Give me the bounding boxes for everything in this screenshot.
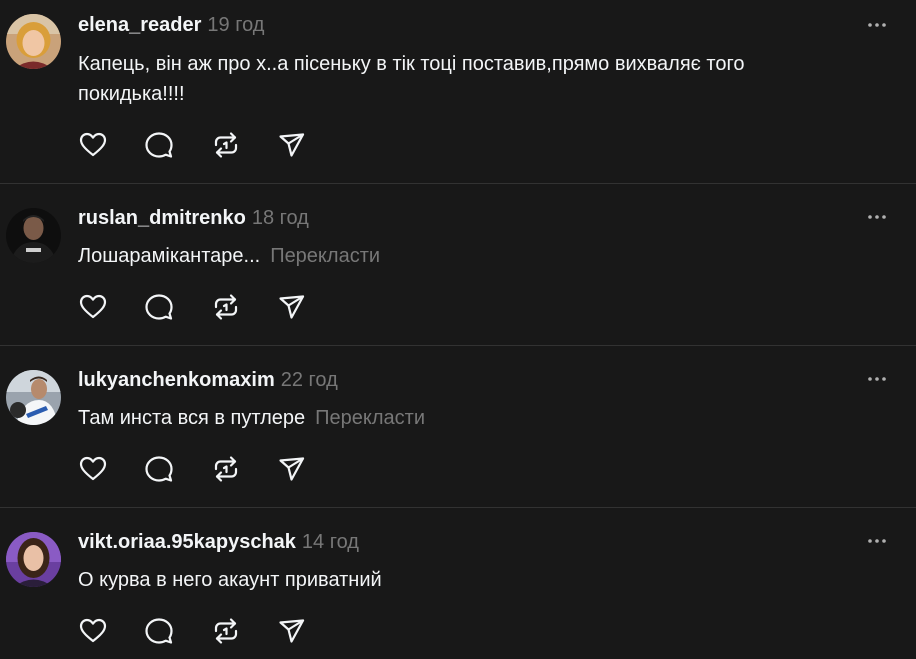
comment-icon [145,456,173,482]
like-button[interactable] [78,130,108,160]
more-button[interactable] [866,206,888,228]
translate-link[interactable]: Перекласти [270,245,380,267]
post: ruslan_dmitrenko 18 год Лошарамікантаре..… [0,184,916,346]
share-button[interactable] [277,292,307,322]
post-header: vikt.oriaa.95kapyschak 14 год [78,530,359,554]
post-text: Лошарамікантаре... Перекласти [78,241,798,271]
repost-icon [214,618,238,644]
post-header: lukyanchenkomaxim 22 год [78,368,338,392]
comment-button[interactable] [144,616,174,646]
man-racing-avatar-icon [6,370,61,425]
timestamp[interactable]: 18 год [252,207,309,229]
post-header: ruslan_dmitrenko 18 год [78,206,309,230]
more-button[interactable] [866,368,888,390]
post-body: Там инста вся в путлере [78,407,306,429]
post-text: Там инста вся в путлере Перекласти [78,403,798,433]
avatar[interactable] [6,370,61,425]
avatar[interactable] [6,208,61,263]
man-black-shirt-avatar-icon [6,208,61,263]
share-icon [279,619,305,643]
share-icon [279,133,305,157]
more-button[interactable] [866,530,888,552]
share-icon [279,295,305,319]
post-text: Капець, він аж про х..а пісеньку в тік т… [78,49,798,109]
post-header: elena_reader 19 год [78,13,264,37]
repost-button[interactable] [211,130,241,160]
repost-button[interactable] [211,454,241,484]
post: elena_reader 19 год Капець, він аж про х.… [0,0,916,184]
username[interactable]: lukyanchenkomaxim [78,369,275,391]
heart-icon [79,618,107,643]
more-icon [868,23,886,27]
post-text: О курва в него акаунт приватний [78,565,798,595]
username[interactable]: elena_reader [78,14,201,36]
timestamp[interactable]: 22 год [281,369,338,391]
heart-icon [79,294,107,319]
repost-button[interactable] [211,616,241,646]
like-button[interactable] [78,616,108,646]
post-body: Лошарамікантаре... [78,245,261,267]
comment-button[interactable] [144,130,174,160]
username[interactable]: ruslan_dmitrenko [78,207,246,229]
more-icon [868,539,886,543]
share-button[interactable] [277,616,307,646]
heart-icon [79,132,107,157]
avatar[interactable] [6,532,61,587]
share-button[interactable] [277,130,307,160]
more-button[interactable] [866,14,888,36]
post: vikt.oriaa.95kapyschak 14 год О курва в н… [0,508,916,659]
timestamp[interactable]: 19 год [207,14,264,36]
comment-feed: elena_reader 19 год Капець, він аж про х.… [0,0,916,659]
like-button[interactable] [78,292,108,322]
repost-icon [214,456,238,482]
avatar[interactable] [6,14,61,69]
like-button[interactable] [78,454,108,484]
more-icon [868,215,886,219]
comment-icon [145,132,173,158]
share-icon [279,457,305,481]
woman-dark-hair-avatar-icon [6,532,61,587]
timestamp[interactable]: 14 год [302,531,359,553]
comment-button[interactable] [144,454,174,484]
woman-blonde-avatar-icon [6,14,61,69]
post-body: Капець, він аж про х..а пісеньку в тік т… [78,53,745,105]
username[interactable]: vikt.oriaa.95kapyschak [78,531,296,553]
repost-button[interactable] [211,292,241,322]
comment-button[interactable] [144,292,174,322]
comment-icon [145,618,173,644]
translate-link[interactable]: Перекласти [315,407,425,429]
more-icon [868,377,886,381]
comment-icon [145,294,173,320]
repost-icon [214,294,238,320]
post-body: О курва в него акаунт приватний [78,569,382,591]
post: lukyanchenkomaxim 22 год Там инста вся в … [0,346,916,508]
heart-icon [79,456,107,481]
repost-icon [214,132,238,158]
share-button[interactable] [277,454,307,484]
